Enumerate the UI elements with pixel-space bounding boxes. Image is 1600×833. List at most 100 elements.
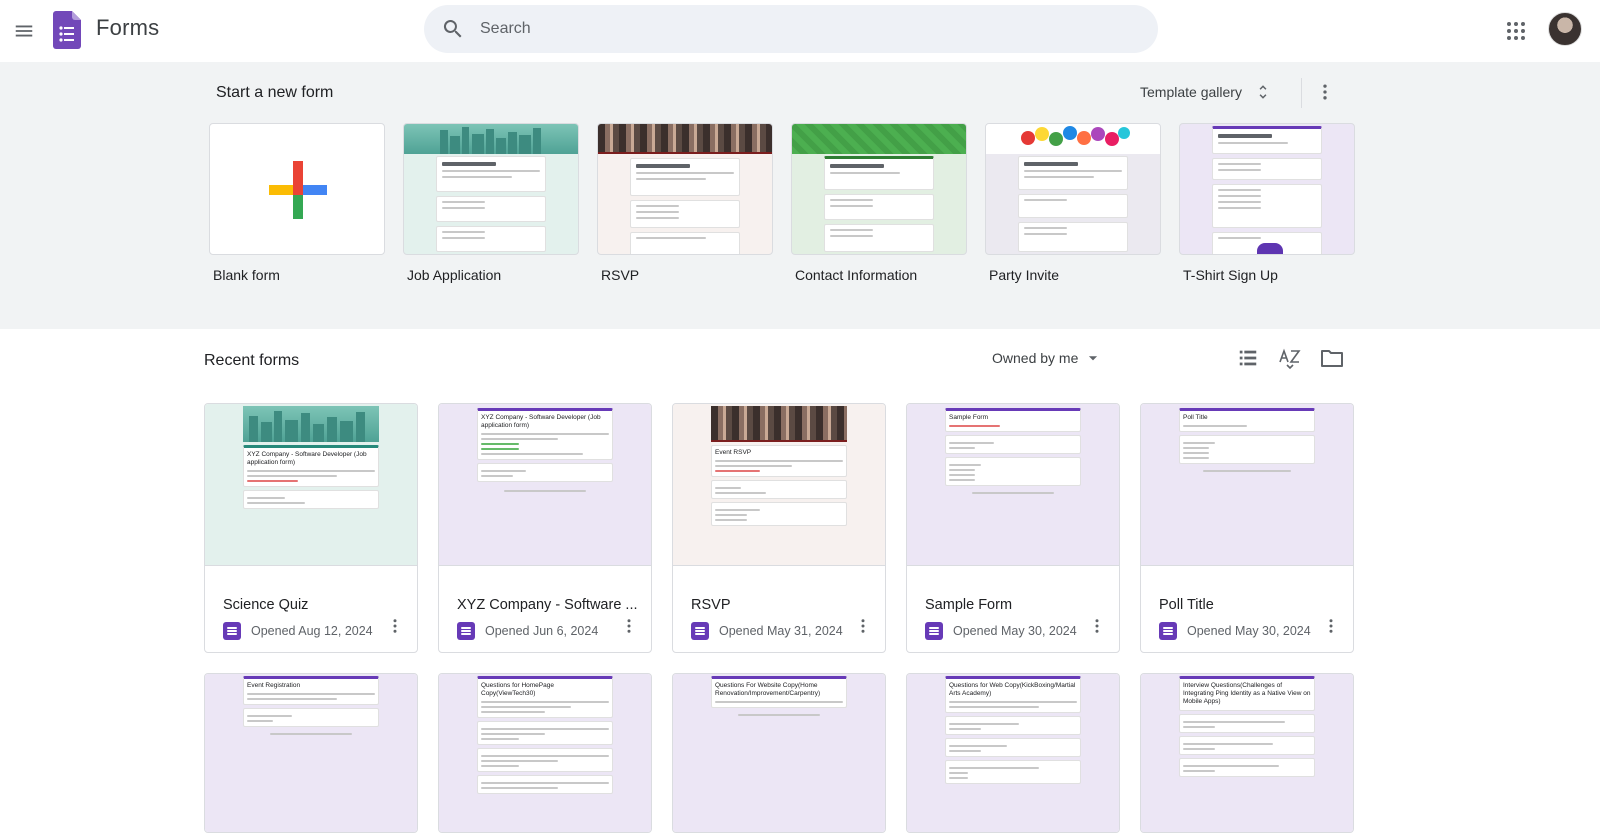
open-file-picker-button[interactable] (1314, 340, 1350, 376)
owner-filter-dropdown[interactable]: Owned by me (992, 348, 1100, 368)
folder-icon (1321, 350, 1343, 367)
google-apps-button[interactable] (1496, 11, 1536, 51)
thumb-title: Questions For Website Copy(Home Renovati… (715, 682, 821, 697)
template-thumbnail[interactable] (791, 123, 967, 255)
forms-logo-icon[interactable] (53, 11, 81, 49)
arrow-drop-down-icon (1089, 356, 1098, 361)
template-party-invite[interactable]: Party Invite (985, 123, 1161, 283)
recent-form-card[interactable]: Questions for HomePage Copy(ViewTech30) (438, 673, 652, 833)
list-view-icon (1239, 350, 1257, 366)
search-bar[interactable] (424, 5, 1158, 53)
start-new-form-section: Start a new form Template gallery Blank … (0, 62, 1600, 329)
form-more-button[interactable] (1317, 612, 1345, 640)
template-label: T-Shirt Sign Up (1183, 267, 1278, 283)
thumb-title: Questions for HomePage Copy(ViewTech30) (481, 682, 554, 697)
form-opened-date: Opened May 30, 2024 (953, 624, 1077, 638)
thumb-title: Poll Title (1183, 414, 1208, 421)
thumb-title: Interview Questions(Challenges of Integr… (1183, 682, 1311, 705)
forms-icon (457, 622, 475, 640)
more-vert-icon (1323, 84, 1327, 100)
template-thumbnail[interactable] (1179, 123, 1355, 255)
form-thumbnail: Sample Form (907, 404, 1119, 566)
template-contact-information[interactable]: Contact Information (791, 123, 967, 283)
forms-icon (223, 622, 241, 640)
search-icon[interactable] (441, 17, 465, 41)
template-rsvp[interactable]: RSVP (597, 123, 773, 283)
form-more-button[interactable] (849, 612, 877, 640)
template-thumbnail[interactable] (403, 123, 579, 255)
form-opened-date: Opened May 31, 2024 (719, 624, 843, 638)
template-job-application[interactable]: Job Application (403, 123, 579, 283)
form-more-button[interactable] (381, 612, 409, 640)
recent-form-card[interactable]: Sample Form Sample Form Opened May 30, 2… (906, 403, 1120, 653)
form-more-button[interactable] (615, 612, 643, 640)
template-gallery-label: Template gallery (1140, 84, 1242, 100)
template-tshirt-signup[interactable]: T-Shirt Sign Up (1179, 123, 1355, 283)
more-vert-icon (393, 619, 397, 633)
form-thumbnail: Questions for HomePage Copy(ViewTech30) (439, 674, 651, 832)
main-menu-button[interactable] (6, 13, 42, 49)
form-opened-date: Opened Jun 6, 2024 (485, 624, 599, 638)
form-title: Science Quiz (223, 597, 309, 613)
template-blank-form[interactable]: Blank form (209, 123, 385, 283)
recent-form-card[interactable]: Poll Title Poll Title Opened May 30, 202… (1140, 403, 1354, 653)
account-avatar[interactable] (1548, 12, 1582, 46)
top-app-bar: Forms (0, 0, 1600, 62)
forms-icon (1159, 622, 1177, 640)
more-vert-icon (627, 619, 631, 633)
template-more-button[interactable] (1309, 76, 1341, 108)
form-title: Poll Title (1159, 597, 1214, 613)
menu-icon (15, 25, 33, 37)
start-section-title: Start a new form (216, 84, 334, 101)
form-thumbnail: Poll Title (1141, 404, 1353, 566)
owner-filter-label: Owned by me (992, 350, 1079, 366)
recent-form-card[interactable]: Questions for Web Copy(KickBoxing/Martia… (906, 673, 1120, 833)
form-thumbnail: Event Registration (205, 674, 417, 832)
thumb-title: Event RSVP (715, 449, 752, 456)
more-vert-icon (1095, 619, 1099, 633)
recent-forms-title: Recent forms (204, 352, 300, 369)
forms-icon (691, 622, 709, 640)
apps-grid-icon (1507, 22, 1525, 40)
list-view-button[interactable] (1230, 340, 1266, 376)
sort-button[interactable] (1272, 340, 1308, 376)
form-thumbnail: Questions for Web Copy(KickBoxing/Martia… (907, 674, 1119, 832)
template-label: Contact Information (795, 267, 918, 283)
recent-form-card[interactable]: XYZ Company - Software Developer (Job ap… (438, 403, 652, 653)
app-title[interactable]: Forms (96, 15, 159, 41)
recent-form-card[interactable]: Event RSVP RSVP Opened May 31, 2024 (672, 403, 886, 653)
template-label: Party Invite (989, 267, 1060, 283)
thumb-title: XYZ Company - Software Developer (Job ap… (247, 451, 367, 466)
unfold-icon (1259, 85, 1267, 99)
forms-icon (925, 622, 943, 640)
template-thumbnail[interactable] (209, 123, 385, 255)
template-label: Job Application (407, 267, 502, 283)
form-more-button[interactable] (1083, 612, 1111, 640)
thumb-title: XYZ Company - Software Developer (Job ap… (481, 414, 601, 429)
gallery-divider (1301, 78, 1302, 108)
recent-form-card[interactable]: Event Registration (204, 673, 418, 833)
form-thumbnail: Event RSVP (673, 404, 885, 566)
search-input[interactable] (480, 15, 1120, 43)
thumb-title: Event Registration (247, 682, 301, 689)
template-label: Blank form (213, 267, 280, 283)
template-thumbnail[interactable] (597, 123, 773, 255)
thumb-title: Questions for Web Copy(KickBoxing/Martia… (949, 682, 1076, 697)
form-thumbnail: Questions For Website Copy(Home Renovati… (673, 674, 885, 832)
recent-form-card[interactable]: Interview Questions(Challenges of Integr… (1140, 673, 1354, 833)
sort-az-icon (1279, 348, 1301, 370)
form-title: RSVP (691, 597, 731, 613)
form-opened-date: Opened May 30, 2024 (1187, 624, 1311, 638)
recent-form-card[interactable]: XYZ Company - Software Developer (Job ap… (204, 403, 418, 653)
template-label: RSVP (601, 267, 640, 283)
form-title: XYZ Company - Software ... (457, 597, 638, 613)
template-gallery-button[interactable]: Template gallery (1132, 74, 1280, 110)
template-thumbnail[interactable] (985, 123, 1161, 255)
form-thumbnail: Interview Questions(Challenges of Integr… (1141, 674, 1353, 832)
form-opened-date: Opened Aug 12, 2024 (251, 624, 373, 638)
more-vert-icon (1329, 619, 1333, 633)
recent-form-card[interactable]: Questions For Website Copy(Home Renovati… (672, 673, 886, 833)
form-title: Sample Form (925, 597, 1013, 613)
form-thumbnail: XYZ Company - Software Developer (Job ap… (205, 404, 417, 566)
plus-icon (269, 161, 327, 219)
